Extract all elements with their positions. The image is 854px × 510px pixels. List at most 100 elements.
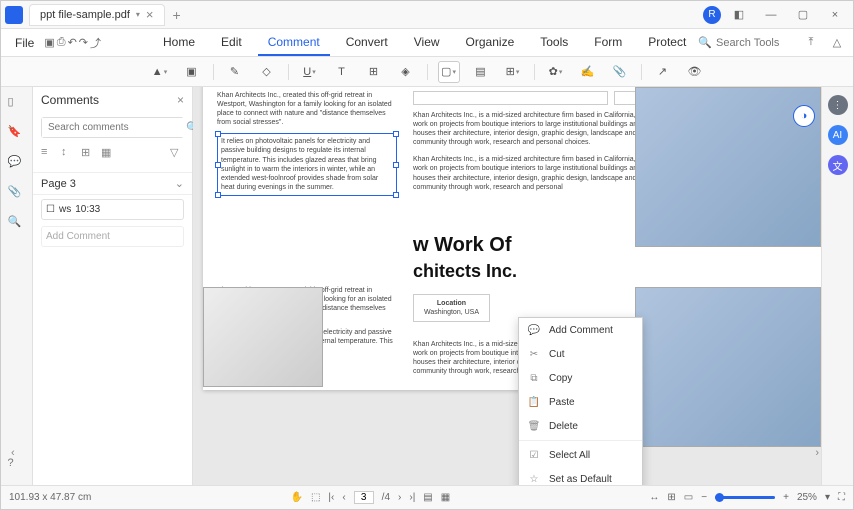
reading-mode-icon[interactable]: ▭	[684, 492, 693, 503]
fit-width-icon[interactable]: ↔	[649, 492, 659, 503]
tab-edit[interactable]: Edit	[211, 30, 252, 56]
tab-convert[interactable]: Convert	[336, 30, 398, 56]
collapse-ribbon-icon[interactable]: ⤒	[800, 32, 822, 54]
prev-page-icon[interactable]: ‹	[342, 492, 345, 503]
comments-search-input[interactable]	[42, 118, 186, 137]
textbox-tool[interactable]: ⊞	[363, 61, 385, 83]
scroll-right-icon[interactable]: ›	[815, 447, 819, 459]
document-tab[interactable]: ppt file-sample.pdf ▾ ×	[29, 4, 165, 26]
cm-paste[interactable]: 📋Paste	[519, 390, 642, 414]
comment-icon: 💬	[527, 323, 541, 337]
search-panel-icon[interactable]: 🔍	[8, 215, 26, 233]
zoom-out-icon[interactable]: −	[701, 492, 707, 503]
callout-tool[interactable]: ◈	[395, 61, 417, 83]
ai-tool-icon[interactable]: AI	[828, 125, 848, 145]
arrow-tool[interactable]: ↗	[652, 61, 674, 83]
resize-handle[interactable]	[215, 131, 221, 137]
tab-tools[interactable]: Tools	[530, 30, 578, 56]
sort-icon[interactable]: ↕	[61, 146, 75, 160]
translate-icon[interactable]: 文	[828, 155, 848, 175]
page-group-header[interactable]: Page 3 ⌄	[33, 172, 192, 195]
cm-delete[interactable]: 🗑Delete	[519, 414, 642, 438]
zoom-slider[interactable]	[715, 496, 775, 499]
tab-protect[interactable]: Protect	[638, 30, 696, 56]
tab-form[interactable]: Form	[584, 30, 632, 56]
new-tab-button[interactable]: +	[173, 7, 181, 23]
separator	[288, 64, 289, 80]
ai-sidebar-icon[interactable]: ⋮	[828, 95, 848, 115]
help-icon[interactable]: ?	[8, 457, 26, 475]
fit-page-icon[interactable]: ⊞	[667, 492, 675, 503]
zoom-in-icon[interactable]: +	[783, 492, 789, 503]
highlight-tool[interactable]: ▲	[149, 61, 171, 83]
close-panel-icon[interactable]: ×	[177, 93, 184, 107]
floating-tool-icon[interactable]: ◑	[793, 105, 815, 127]
cm-cut[interactable]: ✂Cut	[519, 342, 642, 366]
filter1-icon[interactable]: ⊞	[81, 146, 95, 160]
view-mode-icon[interactable]: ▦	[441, 492, 450, 503]
shape-tool[interactable]: ▢	[438, 61, 460, 83]
last-page-icon[interactable]: ›|	[409, 492, 415, 503]
checkbox-icon[interactable]: ☐	[46, 204, 55, 215]
zoom-dropdown-icon[interactable]: ▾	[825, 492, 830, 503]
funnel-icon[interactable]: ▽	[170, 146, 184, 160]
print-icon[interactable]: ⎙	[57, 32, 66, 54]
eraser-tool[interactable]: ◇	[256, 61, 278, 83]
undo-icon[interactable]: ↶	[68, 32, 77, 54]
add-comment-button[interactable]: Add Comment	[41, 226, 184, 247]
file-menu[interactable]: File	[7, 32, 42, 54]
comment-list-item[interactable]: ☐ ws 10:33	[41, 199, 184, 220]
text-tool[interactable]: T	[331, 61, 353, 83]
resize-handle[interactable]	[215, 162, 221, 168]
tab-organize[interactable]: Organize	[456, 30, 525, 56]
comment-panel-icon[interactable]: 💬	[8, 155, 26, 173]
pencil-tool[interactable]: ✎	[224, 61, 246, 83]
note-tool[interactable]: ▣	[181, 61, 203, 83]
tab-view[interactable]: View	[404, 30, 450, 56]
resize-handle[interactable]	[215, 192, 221, 198]
signature-tool[interactable]: ✍	[577, 61, 599, 83]
attachment-panel-icon[interactable]: 📎	[8, 185, 26, 203]
stamp-tool[interactable]: ✿	[545, 61, 567, 83]
close-window-button[interactable]: ×	[821, 4, 849, 26]
feedback-icon[interactable]: ◧	[725, 4, 753, 26]
separator	[534, 64, 535, 80]
attachment-tool[interactable]: 📎	[609, 61, 631, 83]
first-page-icon[interactable]: |‹	[328, 492, 334, 503]
list-view-icon[interactable]: ≡	[41, 146, 55, 160]
hand-tool-icon[interactable]: ✋	[290, 492, 302, 503]
fullscreen-icon[interactable]: ⛶	[838, 492, 845, 503]
dropdown-icon[interactable]: ▾	[136, 10, 140, 19]
save-icon[interactable]: ▣	[44, 32, 54, 54]
next-page-icon[interactable]: ›	[398, 492, 401, 503]
cm-set-default[interactable]: ☆Set as Default	[519, 467, 642, 485]
expand-icon[interactable]: △	[826, 32, 848, 54]
hide-tool[interactable]: 👁	[684, 61, 706, 83]
select-tool-icon[interactable]: ⬚	[311, 492, 320, 503]
measure-tool[interactable]: ⊞	[502, 61, 524, 83]
cm-add-comment[interactable]: 💬Add Comment	[519, 318, 642, 342]
resize-handle[interactable]	[393, 192, 399, 198]
comment-tool[interactable]: ▤	[470, 61, 492, 83]
redo-icon[interactable]: ↷	[79, 32, 88, 54]
close-tab-icon[interactable]: ×	[146, 7, 154, 22]
tab-home[interactable]: Home	[153, 30, 205, 56]
search-tools-input[interactable]	[716, 37, 796, 49]
filter2-icon[interactable]: ▦	[101, 146, 115, 160]
bookmark-icon[interactable]: 🔖	[8, 125, 26, 143]
maximize-button[interactable]: ▢	[789, 4, 817, 26]
thumbnail-icon[interactable]: ▯	[8, 95, 26, 113]
view-mode-icon[interactable]: ▤	[423, 492, 432, 503]
resize-handle[interactable]	[393, 162, 399, 168]
minimize-button[interactable]: —	[757, 4, 785, 26]
underline-tool[interactable]: U	[299, 61, 321, 83]
selected-text-box[interactable]: It relies on photovoltaic panels for ele…	[217, 133, 397, 196]
cm-copy[interactable]: ⧉Copy	[519, 366, 642, 390]
resize-handle[interactable]	[393, 131, 399, 137]
user-avatar[interactable]: R	[703, 6, 721, 24]
tab-comment[interactable]: Comment	[258, 30, 330, 56]
page-number-input[interactable]	[354, 491, 374, 504]
cm-select-all[interactable]: ☑Select All	[519, 443, 642, 467]
scroll-left-icon[interactable]: ‹	[11, 447, 15, 459]
share-icon[interactable]: ⤴	[90, 32, 101, 54]
